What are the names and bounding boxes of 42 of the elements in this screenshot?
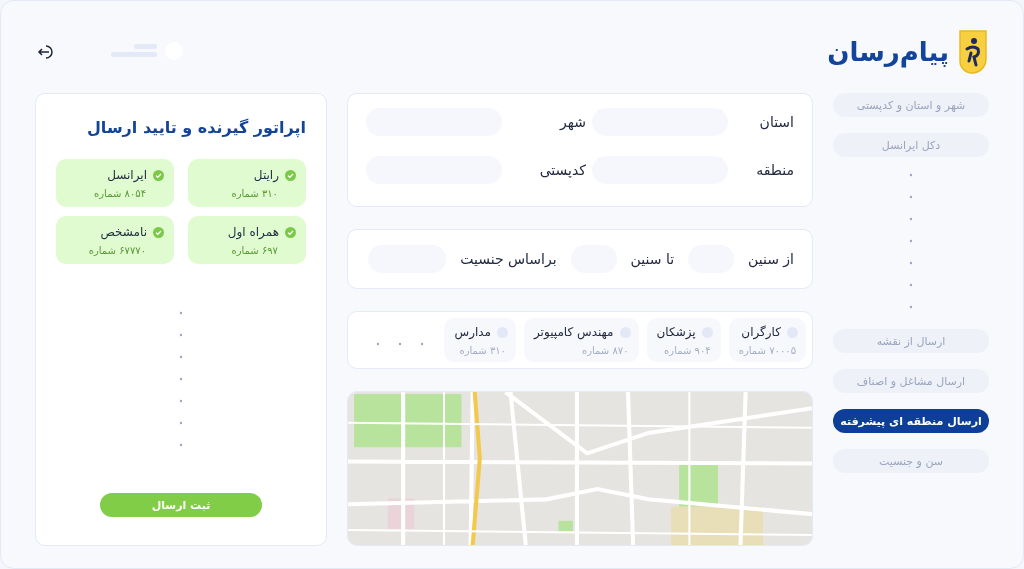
audience-chip[interactable]: مهندس کامپیوتر ۸۷۰ شماره <box>524 318 639 362</box>
operator-count: ۸۰۵۴ شماره <box>93 188 147 199</box>
dots-drawing <box>376 341 425 346</box>
field-label: تا سنین <box>630 251 675 267</box>
check-icon[interactable] <box>153 226 164 238</box>
check-icon[interactable] <box>285 169 296 181</box>
field-label: استان <box>758 114 794 130</box>
operator-count: ۶۷۷۷۰ شماره <box>87 245 147 256</box>
field-label: براساس جنسیت <box>460 251 557 267</box>
panel-title: اپراتور گیرنده و تایید ارسال <box>86 118 306 137</box>
audience-count: ۷۰۰۰۵ شماره <box>738 345 797 356</box>
operator-card[interactable]: نامشخص ۶۷۷۷۰ شماره <box>56 216 174 264</box>
operator-name: همراه اول <box>227 225 279 239</box>
field-label: از سنین <box>748 251 794 267</box>
audience-count: ۳۱۰ شماره <box>458 345 507 356</box>
operator-name: ایرانسل <box>107 168 147 182</box>
operator-name: نامشخص <box>100 225 147 239</box>
audience-name: کارگران <box>741 325 781 339</box>
operator-card[interactable]: همراه اول ۶۹۷ شماره <box>188 216 306 264</box>
logout-icon[interactable] <box>37 44 55 60</box>
audience-name: مدارس <box>454 325 491 339</box>
audience-chip[interactable]: مدارس ۳۱۰ شماره <box>444 318 516 362</box>
operator-card[interactable]: رایتل ۳۱۰ شماره <box>188 159 306 207</box>
operator-count: ۶۹۷ شماره <box>230 245 279 256</box>
field-label: شهر <box>558 114 586 130</box>
audience-chip[interactable]: پزشکان ۹۰۴ شماره <box>646 318 721 362</box>
check-icon[interactable] <box>285 226 296 238</box>
logo-icon <box>957 29 989 75</box>
audience-name: پزشکان <box>656 325 696 339</box>
audience-chip[interactable]: کارگران ۷۰۰۰۵ شماره <box>728 318 806 362</box>
field-label: کدپستی <box>538 162 586 178</box>
operator-count: ۳۱۰ شماره <box>230 188 279 199</box>
profile-placeholder-icon <box>111 42 185 62</box>
sidebar-item[interactable]: ارسال منطقه ای پیشرفته <box>833 409 989 433</box>
field-label: منطقه <box>755 162 794 178</box>
audience-count: ۸۷۰ شماره <box>580 345 630 356</box>
operator-card[interactable]: ایرانسل ۸۰۵۴ شماره <box>56 159 174 207</box>
audience-name: مهندس کامپیوتر <box>534 325 614 339</box>
audience-count: ۹۰۴ شماره <box>663 345 712 356</box>
check-icon[interactable] <box>153 169 164 181</box>
brand-name: پیام‌رسان <box>827 37 949 67</box>
operator-name: رایتل <box>253 168 279 182</box>
